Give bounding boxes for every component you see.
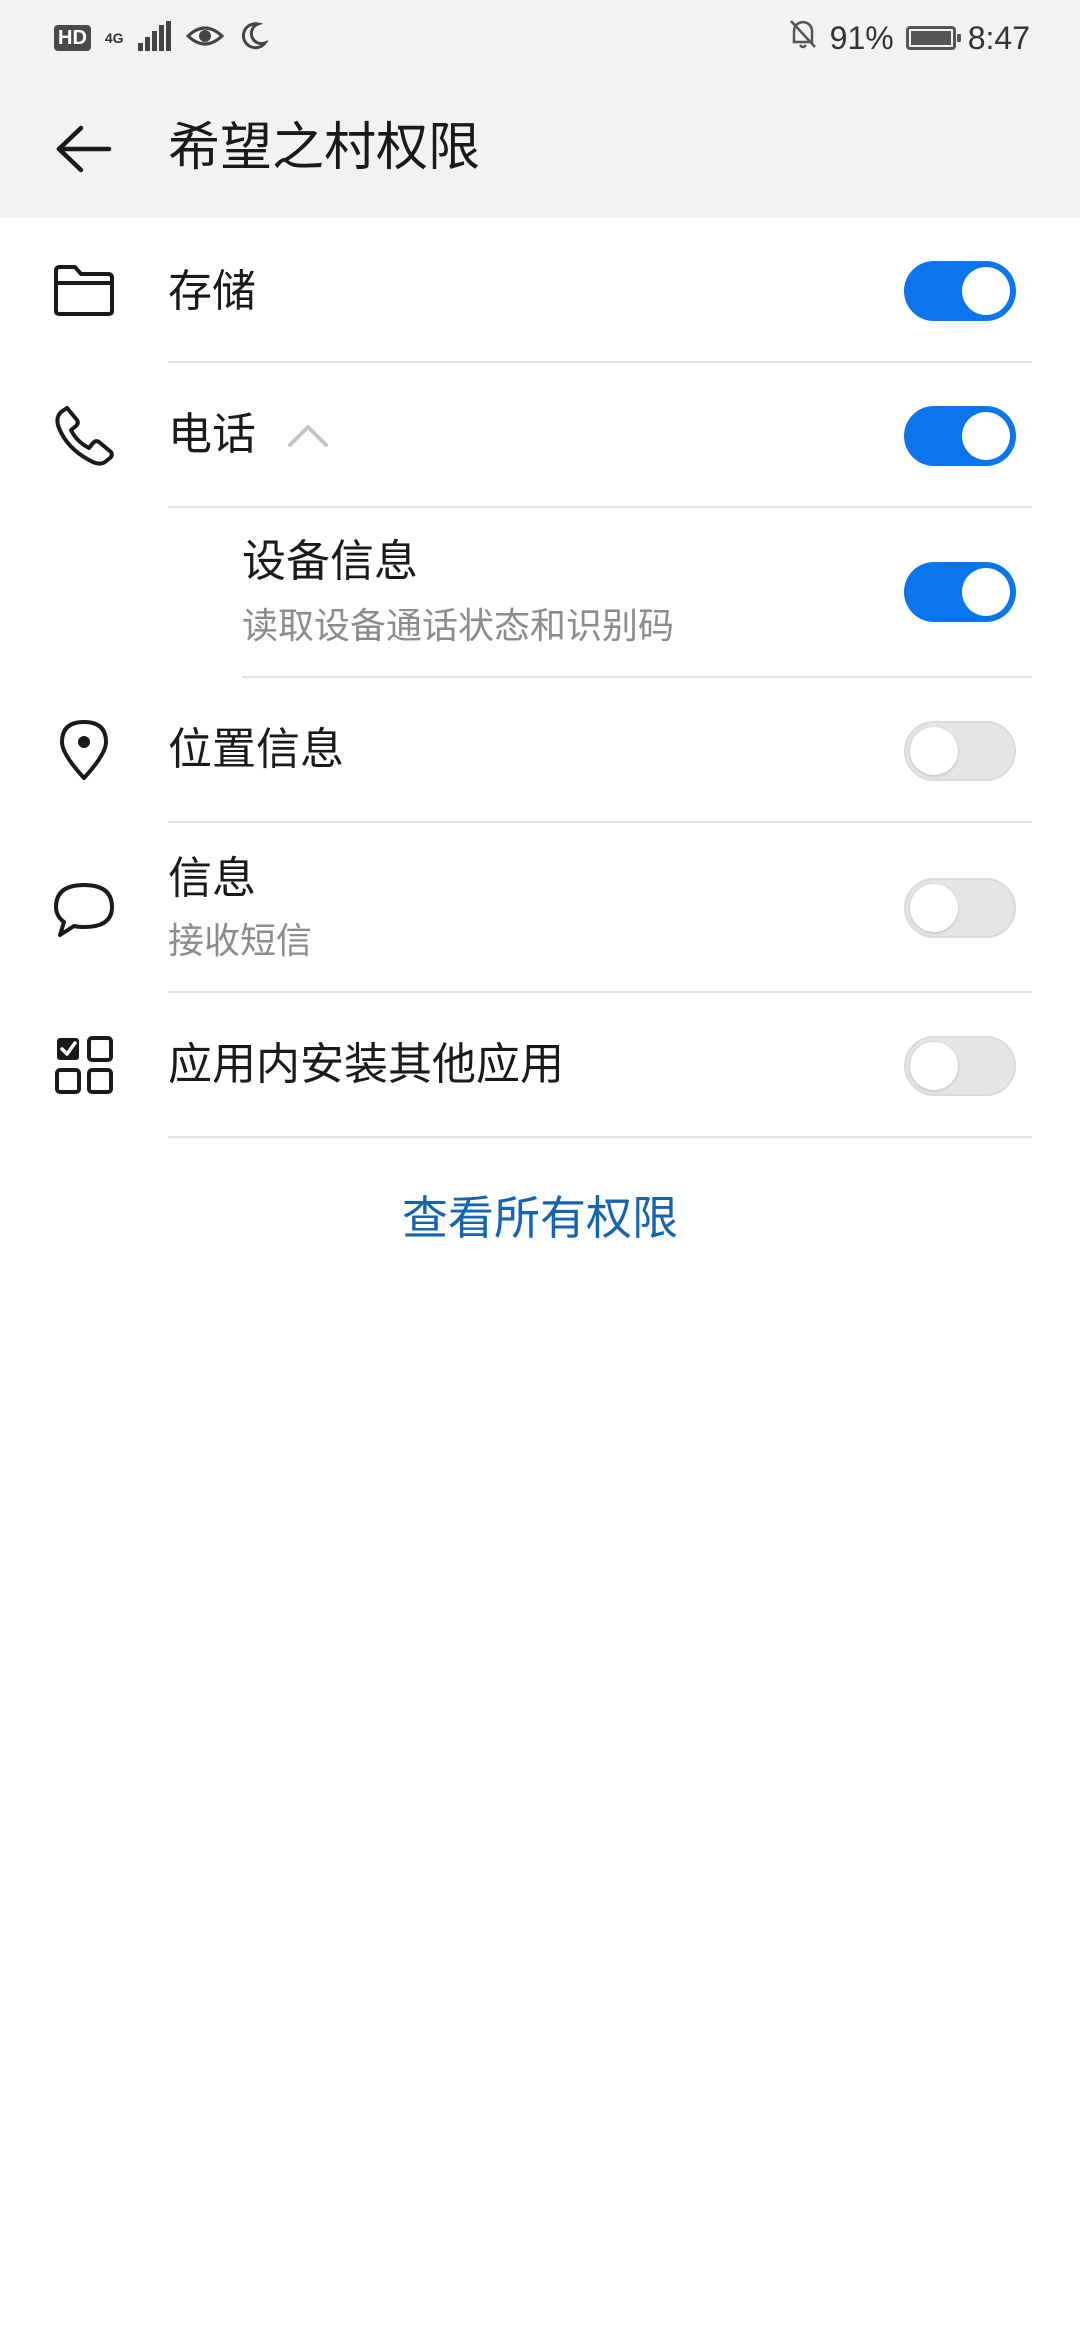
toggle-knob <box>910 884 958 932</box>
view-all-permissions-link[interactable]: 查看所有权限 <box>0 1188 1080 1248</box>
app-bar: 希望之村权限 <box>0 76 1080 218</box>
permission-row-install-apps[interactable]: 应用内安装其他应用 <box>0 993 1080 1138</box>
row-title: 信息 <box>168 853 256 904</box>
network-type-label: 4G <box>104 29 124 46</box>
battery-charging-icon <box>905 26 961 50</box>
status-right: 91% 8:47 <box>788 18 1030 58</box>
permission-row-sms[interactable]: 信息 接收短信 <box>0 823 1080 993</box>
row-title: 电话 <box>168 409 256 460</box>
toggle-storage[interactable] <box>904 261 1016 321</box>
battery-percent: 91% <box>829 19 894 56</box>
battery-level <box>910 31 951 45</box>
status-left: HD 4G <box>54 18 269 58</box>
status-bar: HD 4G 91% 8:47 <box>0 0 1080 76</box>
chevron-up-icon[interactable] <box>286 421 330 451</box>
app-grid-icon <box>50 1031 118 1099</box>
permission-subrow-device-info[interactable]: 设备信息 读取设备通话状态和识别码 <box>0 508 1080 678</box>
toggle-install-apps[interactable] <box>904 1036 1016 1096</box>
toggle-device-info[interactable] <box>904 562 1016 622</box>
toggle-knob <box>962 568 1010 616</box>
back-button[interactable] <box>48 114 118 184</box>
hd-badge: HD <box>54 25 91 51</box>
location-pin-icon <box>50 716 118 784</box>
row-subtitle: 接收短信 <box>168 921 313 962</box>
toggle-sms[interactable] <box>904 878 1016 938</box>
permission-row-location[interactable]: 位置信息 <box>0 678 1080 823</box>
signal-icon <box>137 21 172 55</box>
permission-row-storage[interactable]: 存储 <box>0 218 1080 363</box>
toggle-knob <box>962 412 1010 460</box>
row-subtitle: 读取设备通话状态和识别码 <box>242 606 675 647</box>
row-title: 设备信息 <box>242 536 418 587</box>
divider <box>168 1136 1032 1138</box>
phone-icon <box>50 401 118 469</box>
folder-icon <box>50 256 118 324</box>
row-title: 应用内安装其他应用 <box>168 1039 564 1090</box>
network-type: 4G <box>104 29 124 46</box>
toggle-knob <box>910 727 958 775</box>
page-title: 希望之村权限 <box>168 118 481 178</box>
chat-bubble-icon <box>50 875 118 943</box>
row-title: 位置信息 <box>168 724 344 775</box>
toggle-knob <box>962 267 1010 315</box>
row-title: 存储 <box>168 266 256 317</box>
eye-icon <box>185 22 224 54</box>
arrow-left-icon <box>56 125 112 173</box>
permission-row-phone[interactable]: 电话 <box>0 363 1080 508</box>
toggle-location[interactable] <box>904 721 1016 781</box>
toggle-knob <box>910 1042 958 1090</box>
moon-icon <box>238 21 269 55</box>
clock: 8:47 <box>967 19 1030 56</box>
bell-off-icon <box>788 18 818 58</box>
toggle-phone[interactable] <box>904 406 1016 466</box>
